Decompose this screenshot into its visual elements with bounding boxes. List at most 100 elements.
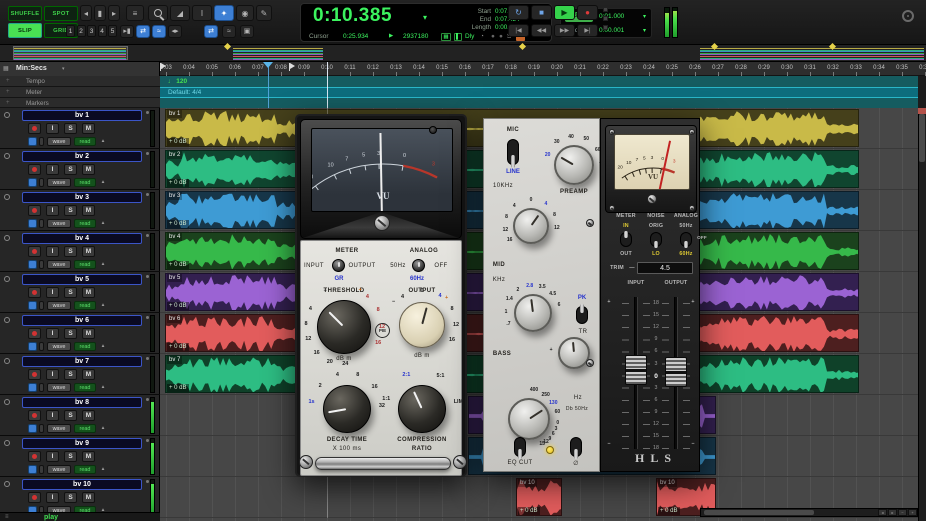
track-view-selector[interactable]: wave	[47, 342, 71, 351]
markers-lane[interactable]	[160, 98, 918, 108]
input-monitor-button[interactable]: I	[46, 205, 59, 216]
fade-chip-icon[interactable]: ▌	[454, 33, 462, 41]
tiny-button[interactable]	[39, 260, 44, 269]
record-enable-button[interactable]	[28, 369, 41, 380]
edit-mode-slip[interactable]: SLIP	[8, 23, 42, 38]
mirror-midi-icon[interactable]: ▣	[240, 25, 254, 38]
stop-button[interactable]: ■	[531, 5, 552, 20]
tiny-button[interactable]	[39, 465, 44, 474]
track-name[interactable]: bv 7	[22, 356, 142, 367]
mute-button[interactable]: M	[82, 164, 95, 175]
input-monitor-button[interactable]: I	[46, 451, 59, 462]
transport-expand-dot[interactable]	[603, 7, 608, 12]
mute-button[interactable]: M	[82, 205, 95, 216]
track-header[interactable]: bv 6ISMwaveread▴	[0, 313, 160, 354]
grabber-tool-icon[interactable]: ✦	[214, 5, 234, 21]
track-menu-dot[interactable]	[146, 152, 149, 155]
freeze-icon[interactable]	[4, 317, 10, 323]
playlist-button[interactable]	[28, 342, 37, 351]
track-menu-dot[interactable]	[146, 111, 149, 114]
track-view-selector[interactable]: wave	[47, 178, 71, 187]
solo-button[interactable]: S	[64, 410, 77, 421]
track-header[interactable]: bv 1ISMwaveread▴	[0, 108, 160, 149]
automation-mode-button[interactable]: read	[74, 383, 96, 392]
selection-marker-icon[interactable]	[263, 62, 273, 68]
track-view-selector[interactable]: wave	[47, 301, 71, 310]
freeze-icon[interactable]	[4, 153, 10, 159]
hls-eqcut-toggle[interactable]	[514, 437, 526, 457]
mute-button[interactable]: M	[82, 123, 95, 134]
magnifier-icon[interactable]	[148, 5, 168, 21]
transport-expand-dot[interactable]	[603, 25, 608, 30]
track-view-selector[interactable]: wave	[47, 137, 71, 146]
record-enable-button[interactable]	[28, 492, 41, 503]
input-monitor-button[interactable]: I	[46, 492, 59, 503]
record-enable-button[interactable]	[28, 123, 41, 134]
automation-mode-button[interactable]: read	[74, 137, 96, 146]
hls-pk-label[interactable]: PK	[572, 295, 592, 301]
status-dot-2[interactable]: ●	[499, 33, 503, 40]
input-monitor-button[interactable]: I	[46, 328, 59, 339]
track-name[interactable]: bv 5	[22, 274, 142, 285]
hscroll-button[interactable]: +	[908, 509, 917, 516]
freeze-icon[interactable]	[4, 112, 10, 118]
markers-label[interactable]: Markers	[26, 100, 49, 107]
track-header[interactable]: bv 2ISMwaveread▴	[0, 149, 160, 190]
memory-location-2[interactable]: 2	[77, 25, 86, 37]
track-view-selector[interactable]: wave	[47, 260, 71, 269]
main-counter-value[interactable]: 0:10.385	[313, 5, 392, 27]
meter-label[interactable]: Meter	[26, 89, 42, 96]
track-name[interactable]: bv 2	[22, 151, 142, 162]
record-enable-button[interactable]	[28, 410, 41, 421]
input-monitor-button[interactable]: I	[46, 123, 59, 134]
track-name[interactable]: bv 10	[22, 479, 142, 490]
hls-mid-knob[interactable]	[514, 294, 552, 332]
playlist-button[interactable]	[28, 424, 37, 433]
tiny-button[interactable]	[39, 301, 44, 310]
horizontal-scrollbar-thumb[interactable]	[704, 510, 814, 515]
record-button[interactable]: ●	[577, 5, 598, 20]
tiny-button[interactable]	[39, 383, 44, 392]
zoom-out-icon[interactable]: ◂	[80, 5, 92, 21]
playlist-button[interactable]	[28, 137, 37, 146]
solo-button[interactable]: S	[64, 328, 77, 339]
input-monitor-button[interactable]: I	[46, 410, 59, 421]
memory-location-4[interactable]: 4	[98, 25, 107, 37]
edit-mode-spot[interactable]: SPOT	[44, 6, 78, 21]
timebase-ruler[interactable]: ▦ Min:Secs ▾ 0:030:040:050:060:070:080:0…	[0, 62, 926, 76]
input-monitor-button[interactable]: I	[46, 246, 59, 257]
bars-chip-icon[interactable]: ▦	[441, 33, 451, 41]
solo-button[interactable]: S	[64, 492, 77, 503]
freeze-icon[interactable]	[4, 358, 10, 364]
gear-icon[interactable]	[902, 10, 914, 22]
hls-switch-analog[interactable]	[680, 232, 692, 247]
track-menu-dot[interactable]	[146, 275, 149, 278]
tiny-button[interactable]	[39, 219, 44, 228]
tiny-button[interactable]	[39, 342, 44, 351]
comp-output-knob[interactable]	[399, 302, 445, 348]
record-enable-button[interactable]	[28, 328, 41, 339]
automation-mode-button[interactable]: read	[74, 219, 96, 228]
freeze-icon[interactable]	[4, 194, 10, 200]
record-enable-button[interactable]	[28, 451, 41, 462]
hls-line-label[interactable]: LINE	[498, 169, 528, 175]
automation-mode-button[interactable]: read	[74, 342, 96, 351]
tempo-lane[interactable]: ♩ 120	[160, 76, 918, 87]
mute-button[interactable]: M	[82, 369, 95, 380]
rewind-button[interactable]: ◀◀	[531, 24, 552, 37]
solo-button[interactable]: S	[64, 246, 77, 257]
solo-button[interactable]: S	[64, 164, 77, 175]
zoom-preset-3[interactable]: ≈	[152, 25, 166, 38]
plugin-window-hls-channel[interactable]: MIC LINE PREAMP 10KHz MID KHz PK TR BASS…	[483, 118, 700, 472]
hscroll-button[interactable]: ▸	[888, 509, 897, 516]
automation-mode-button[interactable]: read	[74, 424, 96, 433]
smart-tool-icon[interactable]: ≡	[126, 5, 144, 21]
playlist-button[interactable]	[28, 219, 37, 228]
link-track-icon[interactable]: ≈	[222, 25, 236, 38]
automation-mode-button[interactable]: read	[74, 178, 96, 187]
ruler-grid-icon[interactable]: ▦	[3, 65, 9, 72]
edit-mode-shuffle[interactable]: SHUFFLE	[8, 6, 42, 21]
zoom-in-icon[interactable]: ▸	[108, 5, 120, 21]
track-header[interactable]: bv 4ISMwaveread▴	[0, 231, 160, 272]
track-menu-dot[interactable]	[146, 193, 149, 196]
